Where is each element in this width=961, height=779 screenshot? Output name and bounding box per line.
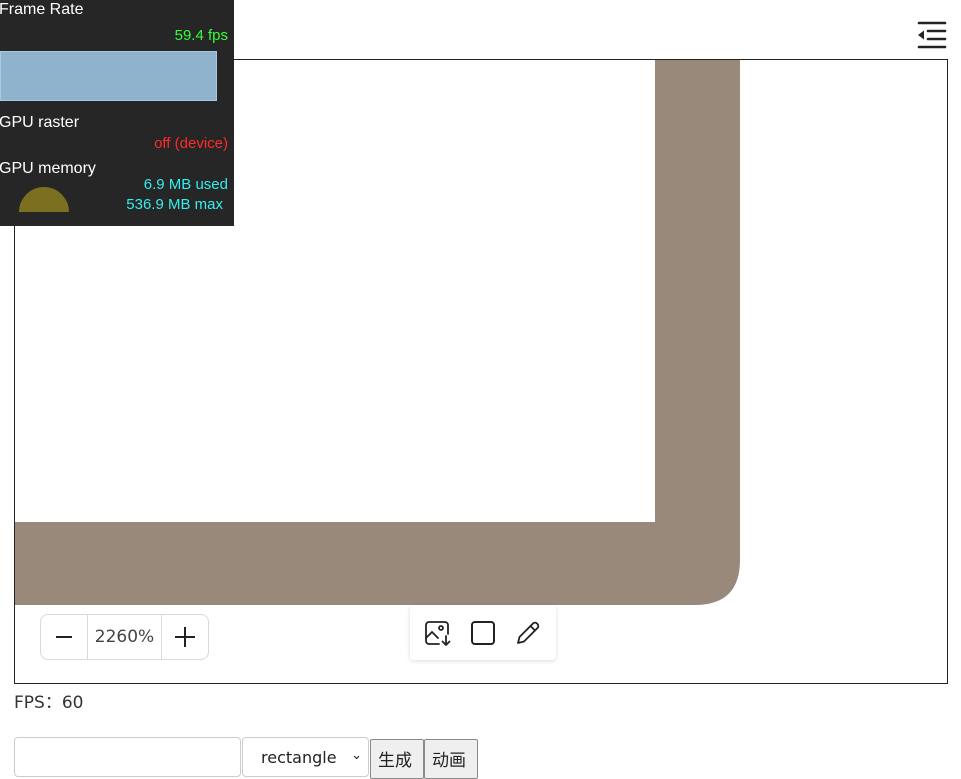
gpu-raster-label: GPU raster	[0, 114, 80, 131]
frame-rate-label: Frame Rate	[0, 1, 84, 18]
drawing-toolbar	[410, 605, 556, 660]
chevron-down-icon: ⌄	[351, 748, 362, 763]
gpu-raster-value: off (device)	[154, 135, 228, 152]
animate-button[interactable]: 动画	[424, 739, 478, 779]
gpu-memory-max: 536.9 MB max	[126, 196, 223, 213]
plus-icon	[175, 627, 195, 647]
menu-toggle-button[interactable]	[916, 20, 948, 50]
rendering-stats-overlay: Frame Rate 59.4 fps GPU raster off (devi…	[0, 0, 234, 226]
export-image-button[interactable]	[420, 615, 456, 651]
frame-rate-graph	[0, 51, 217, 101]
rectangle-tool-button[interactable]	[465, 615, 501, 651]
gpu-memory-label: GPU memory	[0, 160, 96, 177]
pencil-icon	[516, 621, 539, 644]
zoom-in-button[interactable]	[162, 615, 208, 659]
indent-left-icon	[917, 21, 947, 49]
gpu-memory-gauge	[19, 187, 69, 212]
fps-readout: FPS：60	[14, 693, 84, 713]
shape-select-value: rectangle	[261, 748, 337, 767]
rectangle-icon	[470, 620, 495, 645]
zoom-out-button[interactable]	[41, 615, 87, 659]
minus-icon	[56, 636, 72, 638]
zoom-control: 2260%	[40, 614, 209, 660]
zoom-level: 2260%	[87, 615, 162, 659]
image-download-icon	[425, 620, 451, 646]
text-input[interactable]	[14, 737, 241, 777]
pencil-tool-button[interactable]	[510, 615, 546, 651]
gpu-memory-used: 6.9 MB used	[143, 176, 228, 193]
frame-rate-value: 59.4 fps	[174, 27, 228, 44]
generate-button[interactable]: 生成	[370, 739, 424, 779]
shape-type-select[interactable]: rectangle ⌄	[242, 737, 369, 777]
